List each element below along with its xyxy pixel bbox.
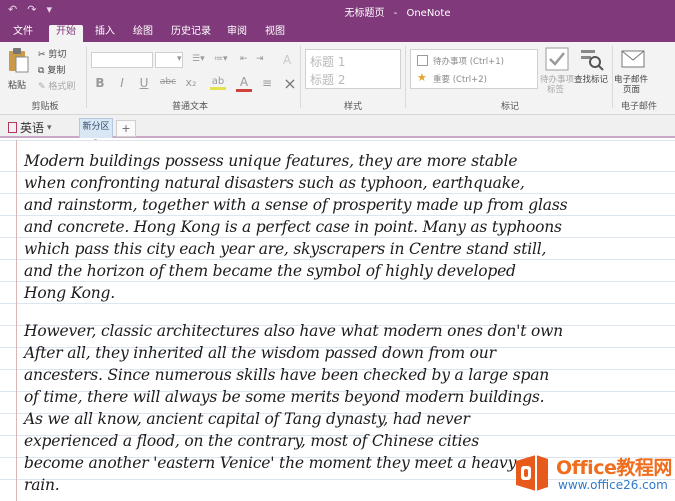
email-icon xyxy=(621,50,645,68)
font-color-button[interactable]: A xyxy=(236,75,252,92)
ink-line: and rainstorm, together with a sense of … xyxy=(24,196,568,214)
ink-line: become another 'eastern Venice' the mome… xyxy=(24,454,517,472)
tab-file[interactable]: 文件 xyxy=(6,25,40,42)
group-separator xyxy=(86,46,87,108)
bold-button[interactable]: B xyxy=(92,76,108,90)
email-group-label: 电子邮件 xyxy=(620,102,657,112)
copy-icon: ⧉ xyxy=(38,66,45,76)
section-tab-1[interactable]: 新分区 1 xyxy=(79,118,113,149)
ink-line: experienced a flood, on the contrary, mo… xyxy=(24,432,480,450)
ink-line: when confronting natural disasters such … xyxy=(24,174,525,192)
ribbon: 粘贴 ✂ 剪切 ⧉ 复制 ✎ 格式刷 剪贴板 ▾ ☰▾ ≔▾ ⇤ ⇥ B I U… xyxy=(0,42,675,115)
clipboard-group-label: 剪贴板 xyxy=(31,102,59,112)
checkmark-icon xyxy=(545,47,569,71)
paste-icon xyxy=(9,48,29,73)
notebook-bar: 英语 ▾ 新分区 1 + xyxy=(0,115,675,149)
format-painter-button[interactable]: ✎ 格式刷 xyxy=(38,79,75,92)
copy-label: 复制 xyxy=(47,66,66,76)
ribbon-tabs: 文件 开始 插入 绘图 历史记录 审阅 视图 xyxy=(0,22,675,42)
tags-group-label: 标记 xyxy=(500,102,519,112)
tab-insert[interactable]: 插入 xyxy=(88,25,122,42)
dropdown-arrow-icon[interactable]: ▾ xyxy=(177,54,182,64)
todo-tag-sub: 标签 xyxy=(547,85,565,95)
ink-line: After all, they inherited all the wisdom… xyxy=(24,344,496,362)
ink-paragraph-1[interactable]: Modern buildings possess unique features… xyxy=(24,150,568,304)
underline-button[interactable]: U xyxy=(136,76,152,90)
notebook-name: 英语 xyxy=(20,121,45,135)
ink-line: ancesters. Since numerous skills have be… xyxy=(24,366,550,384)
outdent-icon[interactable]: ⇤ xyxy=(240,54,248,64)
email-page-button[interactable]: 电子邮件 页面 xyxy=(614,46,652,96)
watermark-url: www.office26.com xyxy=(558,478,668,492)
tab-draw[interactable]: 绘图 xyxy=(126,25,160,42)
style-heading1[interactable]: 标题 1 xyxy=(310,53,345,70)
ink-line: rain. xyxy=(24,476,60,494)
tab-home[interactable]: 开始 xyxy=(49,25,83,42)
title-dash: - xyxy=(393,8,398,19)
subscript-button[interactable]: x₂ xyxy=(183,76,199,89)
clear-format-button[interactable]: × xyxy=(282,74,298,93)
cut-label: 剪切 xyxy=(48,50,67,60)
tag-important[interactable]: 重要 (Ctrl+2) xyxy=(433,73,487,85)
ink-line: However, classic architectures also have… xyxy=(24,322,563,340)
checkbox-icon xyxy=(417,55,428,66)
align-button[interactable]: ≡ xyxy=(259,76,275,90)
notebook-selector[interactable]: 英语 ▾ xyxy=(8,119,52,136)
ink-line: As we all know, ancient capital of Tang … xyxy=(24,410,470,428)
tab-review[interactable]: 审阅 xyxy=(220,25,254,42)
copy-button[interactable]: ⧉ 复制 xyxy=(38,63,65,76)
ink-paragraph-2[interactable]: However, classic architectures also have… xyxy=(24,320,563,496)
window-title: 无标题页 - OneNote xyxy=(0,4,675,19)
ink-line: Modern buildings possess unique features… xyxy=(24,152,518,170)
title-bar: ↶ ↷ ▾ 无标题页 - OneNote xyxy=(0,0,675,22)
format-painter-label: 格式刷 xyxy=(48,82,76,92)
strikethrough-button[interactable]: abc xyxy=(158,77,178,87)
group-separator xyxy=(405,46,406,108)
watermark: Office教程网 www.office26.com xyxy=(504,445,674,500)
style-heading2[interactable]: 标题 2 xyxy=(310,71,345,88)
eraser-icon[interactable]: A xyxy=(283,53,291,67)
onenote-window: { "window": { "page_title": "无标题页", "das… xyxy=(0,0,675,501)
chevron-down-icon: ▾ xyxy=(47,122,52,133)
star-icon: ★ xyxy=(417,71,427,84)
ink-line: of time, there will always be some merit… xyxy=(24,388,545,406)
highlight-button[interactable]: ab xyxy=(210,76,226,90)
tab-view[interactable]: 视图 xyxy=(258,25,292,42)
tags-gallery[interactable]: 待办事项 (Ctrl+1) ★ 重要 (Ctrl+2) xyxy=(410,49,538,89)
indent-icon[interactable]: ⇥ xyxy=(256,54,264,64)
tag-todo[interactable]: 待办事项 (Ctrl+1) xyxy=(433,55,504,67)
email-page-sub: 页面 xyxy=(623,85,641,95)
find-tags-button[interactable]: 查找标记 xyxy=(574,46,610,96)
scissors-icon: ✂ xyxy=(38,50,46,60)
ink-line: and the horizon of them became the symbo… xyxy=(24,262,516,280)
watermark-title: Office教程网 xyxy=(556,457,672,479)
brush-icon: ✎ xyxy=(38,82,46,92)
ink-line: and concrete. Hong Kong is a perfect cas… xyxy=(24,218,562,236)
group-separator xyxy=(300,46,301,108)
office-logo-icon xyxy=(516,455,548,491)
app-name: OneNote xyxy=(406,8,451,19)
italic-button[interactable]: I xyxy=(114,76,130,90)
page-title: 无标题页 xyxy=(344,8,385,19)
ink-line: which pass this city each year are, skys… xyxy=(24,240,547,258)
numbering-icon[interactable]: ≔▾ xyxy=(214,54,228,64)
find-tags-label: 查找标记 xyxy=(574,75,609,85)
paste-button[interactable]: 粘贴 xyxy=(6,47,32,91)
styles-gallery[interactable]: 标题 1 标题 2 xyxy=(305,49,401,89)
margin-line xyxy=(16,140,17,501)
bullets-icon[interactable]: ☰▾ xyxy=(192,54,205,64)
tab-history[interactable]: 历史记录 xyxy=(164,25,218,42)
notebook-icon xyxy=(8,122,17,133)
font-family-combo[interactable] xyxy=(91,52,153,68)
find-tags-icon xyxy=(581,50,604,71)
paste-label: 粘贴 xyxy=(8,81,27,91)
styles-group-label: 样式 xyxy=(343,102,362,112)
todo-tag-button[interactable]: 待办事项 标签 xyxy=(540,46,574,96)
cut-button[interactable]: ✂ 剪切 xyxy=(38,47,66,60)
add-section-button[interactable]: + xyxy=(116,120,136,137)
ink-line: Hong Kong. xyxy=(24,284,116,302)
basic-text-group-label: 普通文本 xyxy=(171,102,208,112)
